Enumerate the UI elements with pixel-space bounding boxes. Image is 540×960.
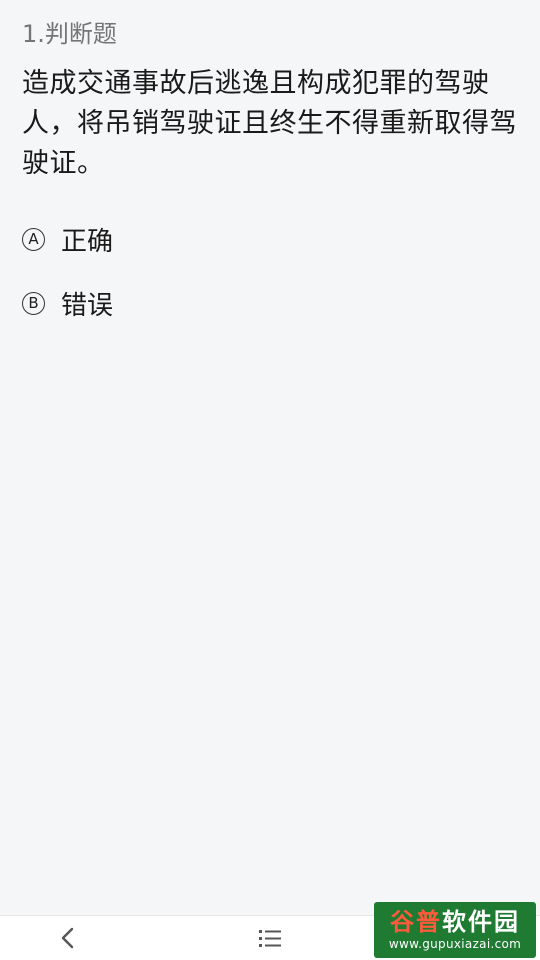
- back-button[interactable]: [46, 916, 90, 960]
- question-list-button[interactable]: [248, 916, 292, 960]
- question-text: 造成交通事故后逃逸且构成犯罪的驾驶人，将吊销驾驶证且终生不得重新取得驾驶证。: [22, 68, 517, 179]
- watermark-title: 谷普软件园: [390, 908, 520, 936]
- option-b[interactable]: B 错误: [22, 282, 518, 324]
- question-type-label: 1.判断题: [22, 20, 117, 48]
- option-b-label: 错误: [61, 290, 114, 321]
- watermark-title-part1: 谷普: [390, 908, 442, 936]
- answer-options: A 正确 B 错误: [22, 218, 518, 324]
- chevron-left-icon: [61, 927, 74, 949]
- list-icon: [259, 930, 281, 947]
- site-watermark: 谷普软件园 www.gupuxiazai.com: [374, 902, 536, 958]
- option-a-mark: A: [22, 227, 45, 251]
- option-a-label: 正确: [61, 226, 114, 257]
- option-b-mark: B: [22, 291, 45, 315]
- question-container: 1.判断题 造成交通事故后逃逸且构成犯罪的驾驶人，将吊销驾驶证且终生不得重新取得…: [22, 14, 518, 346]
- watermark-url: www.gupuxiazai.com: [388, 937, 522, 951]
- option-a[interactable]: A 正确: [22, 218, 518, 260]
- watermark-title-part2: 软件园: [442, 908, 520, 936]
